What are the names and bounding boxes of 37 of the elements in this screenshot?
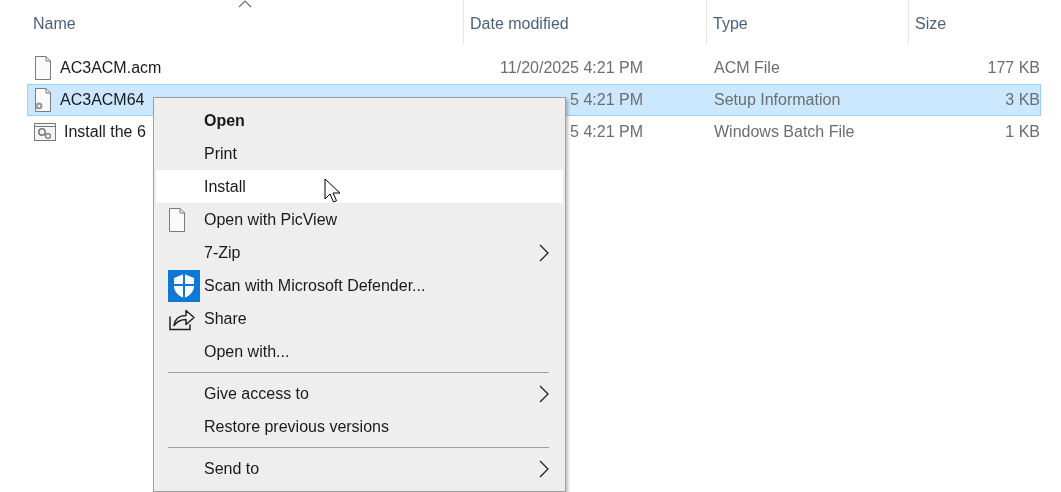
menu-item[interactable]: Open with... [156, 335, 563, 368]
file-name: Install the 6 [64, 122, 146, 142]
menu-item[interactable]: Send to [156, 452, 563, 485]
file-name: AC3ACM.acm [60, 58, 162, 78]
date-cell-text: 11/20/2025 4:21 PM [499, 58, 643, 78]
chevron-right-icon [539, 243, 549, 262]
date-cell-text: 5 4:21 PM [569, 122, 643, 142]
menu-item[interactable]: Install [156, 170, 563, 203]
menu-item[interactable]: Restore previous versions [156, 410, 563, 443]
column-header[interactable]: Name [27, 0, 464, 44]
chevron-right-icon [539, 384, 549, 403]
menu-item[interactable]: Share [156, 302, 563, 335]
size-cell-text: 3 KB [1004, 90, 1040, 110]
sort-caret-icon [238, 0, 252, 8]
type-cell-text: Windows Batch File [713, 122, 856, 142]
file-icon [34, 56, 52, 80]
file-icon [168, 207, 186, 232]
menu-item[interactable]: Give access to [156, 377, 563, 410]
cursor-icon [324, 178, 342, 205]
column-header[interactable]: Size [909, 0, 1045, 44]
gear-window-icon [34, 121, 56, 143]
menu-item[interactable]: Scan with Microsoft Defender... [156, 269, 563, 302]
menu-item[interactable]: Open with PicView [156, 203, 563, 236]
date-cell-text: 5 4:21 PM [569, 90, 643, 110]
type-cell-text: Setup Information [713, 90, 842, 110]
menu-item[interactable]: Print [156, 137, 563, 170]
menu-item[interactable]: 7-Zip [156, 236, 563, 269]
column-header[interactable]: Type [707, 0, 909, 44]
size-cell-text: 177 KB [986, 58, 1040, 78]
type-cell-text: ACM File [713, 58, 781, 78]
menu-item[interactable]: Open [156, 104, 563, 137]
shield-icon [168, 269, 200, 302]
file-name: AC3ACM64 [60, 90, 145, 110]
size-cell-text: 1 KB [1004, 122, 1040, 142]
settings-file-icon [34, 88, 52, 112]
chevron-right-icon [539, 459, 549, 478]
column-header[interactable]: Date modified [464, 0, 707, 44]
